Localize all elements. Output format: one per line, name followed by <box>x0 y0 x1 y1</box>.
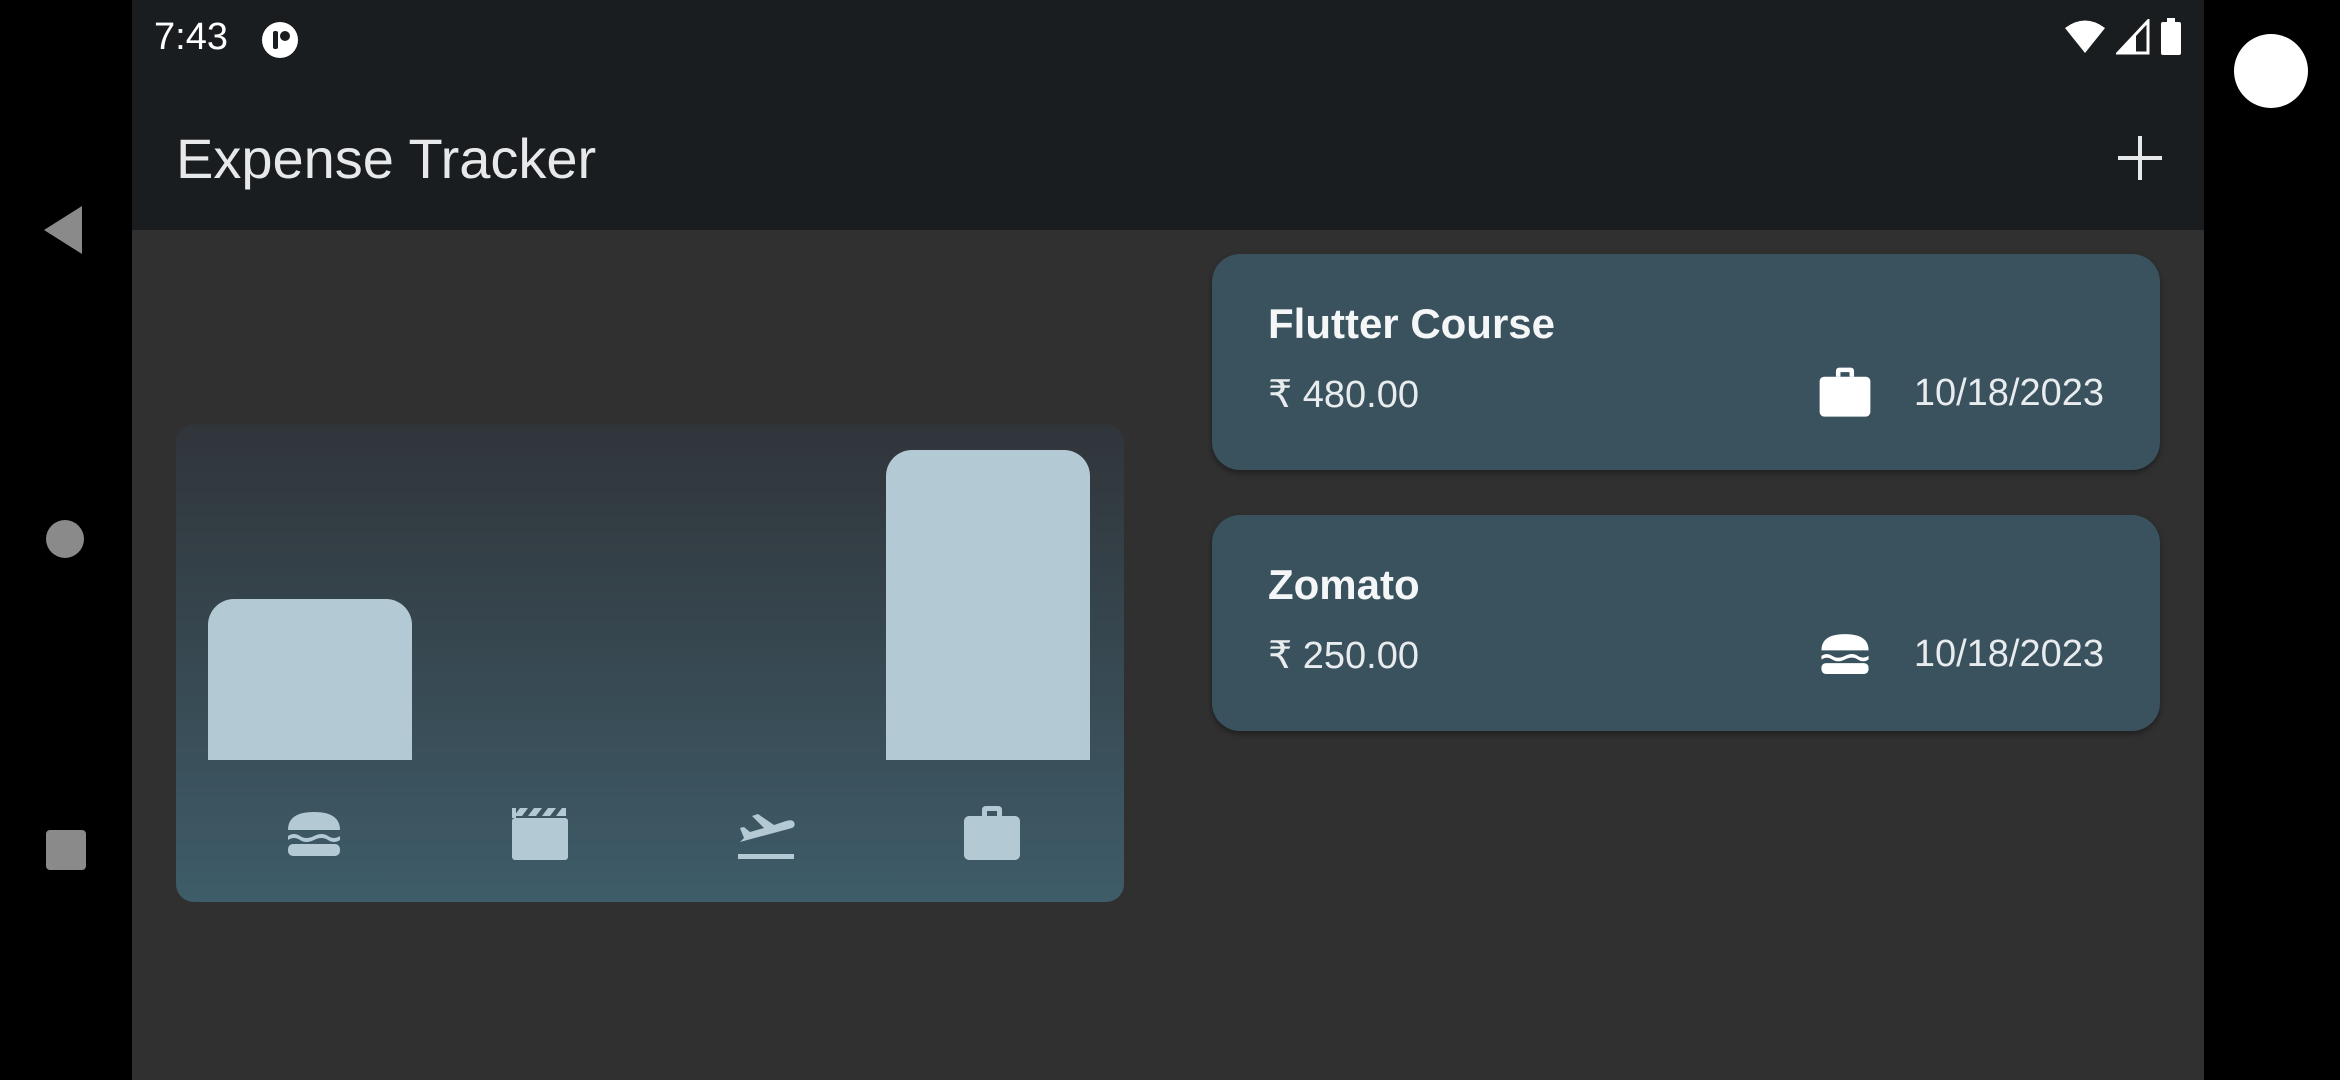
page-title: Expense Tracker <box>176 127 597 190</box>
device-frame-left <box>0 0 132 1080</box>
app-screen: 7:43 Expense Tracker Flutter Course ₹ 48… <box>132 0 2204 1080</box>
plus-icon <box>2118 136 2162 180</box>
status-time: 7:43 <box>154 16 228 58</box>
expense-title: Zomato <box>1268 561 1420 608</box>
status-bar: 7:43 <box>132 0 2204 80</box>
back-triangle-icon[interactable] <box>44 206 82 254</box>
expense-date: 10/18/2023 <box>1913 372 2104 414</box>
notification-app-icon <box>262 22 298 58</box>
expense-chart <box>176 424 1124 902</box>
device-frame-right <box>2204 0 2340 1080</box>
burger-icon <box>288 812 340 856</box>
recents-square-icon[interactable] <box>46 830 86 870</box>
expense-card[interactable]: Flutter Course ₹ 480.00 10/18/2023 <box>1212 254 2160 470</box>
expense-date: 10/18/2023 <box>1913 633 2104 675</box>
battery-icon <box>2161 18 2181 55</box>
expense-card[interactable]: Zomato ₹ 250.00 10/18/2023 <box>1212 515 2160 731</box>
chart-bar-food <box>208 599 412 760</box>
status-icons <box>2064 18 2182 56</box>
flight-takeoff-icon <box>738 814 795 859</box>
clapperboard-icon <box>512 808 568 860</box>
add-expense-button[interactable] <box>2110 128 2170 188</box>
wifi-icon <box>2065 20 2105 53</box>
expense-amount: ₹ 480.00 <box>1268 374 1419 416</box>
burger-icon <box>1821 634 1869 674</box>
home-circle-icon[interactable] <box>46 520 84 558</box>
expense-amount: ₹ 250.00 <box>1268 635 1419 677</box>
expense-title: Flutter Course <box>1268 300 1556 347</box>
app-bar: Expense Tracker <box>132 80 2204 230</box>
chart-bar-work <box>886 450 1090 760</box>
front-camera <box>2234 34 2308 108</box>
cell-signal-icon <box>2116 19 2150 55</box>
briefcase-icon <box>964 806 1020 860</box>
briefcase-icon <box>1819 367 1871 417</box>
